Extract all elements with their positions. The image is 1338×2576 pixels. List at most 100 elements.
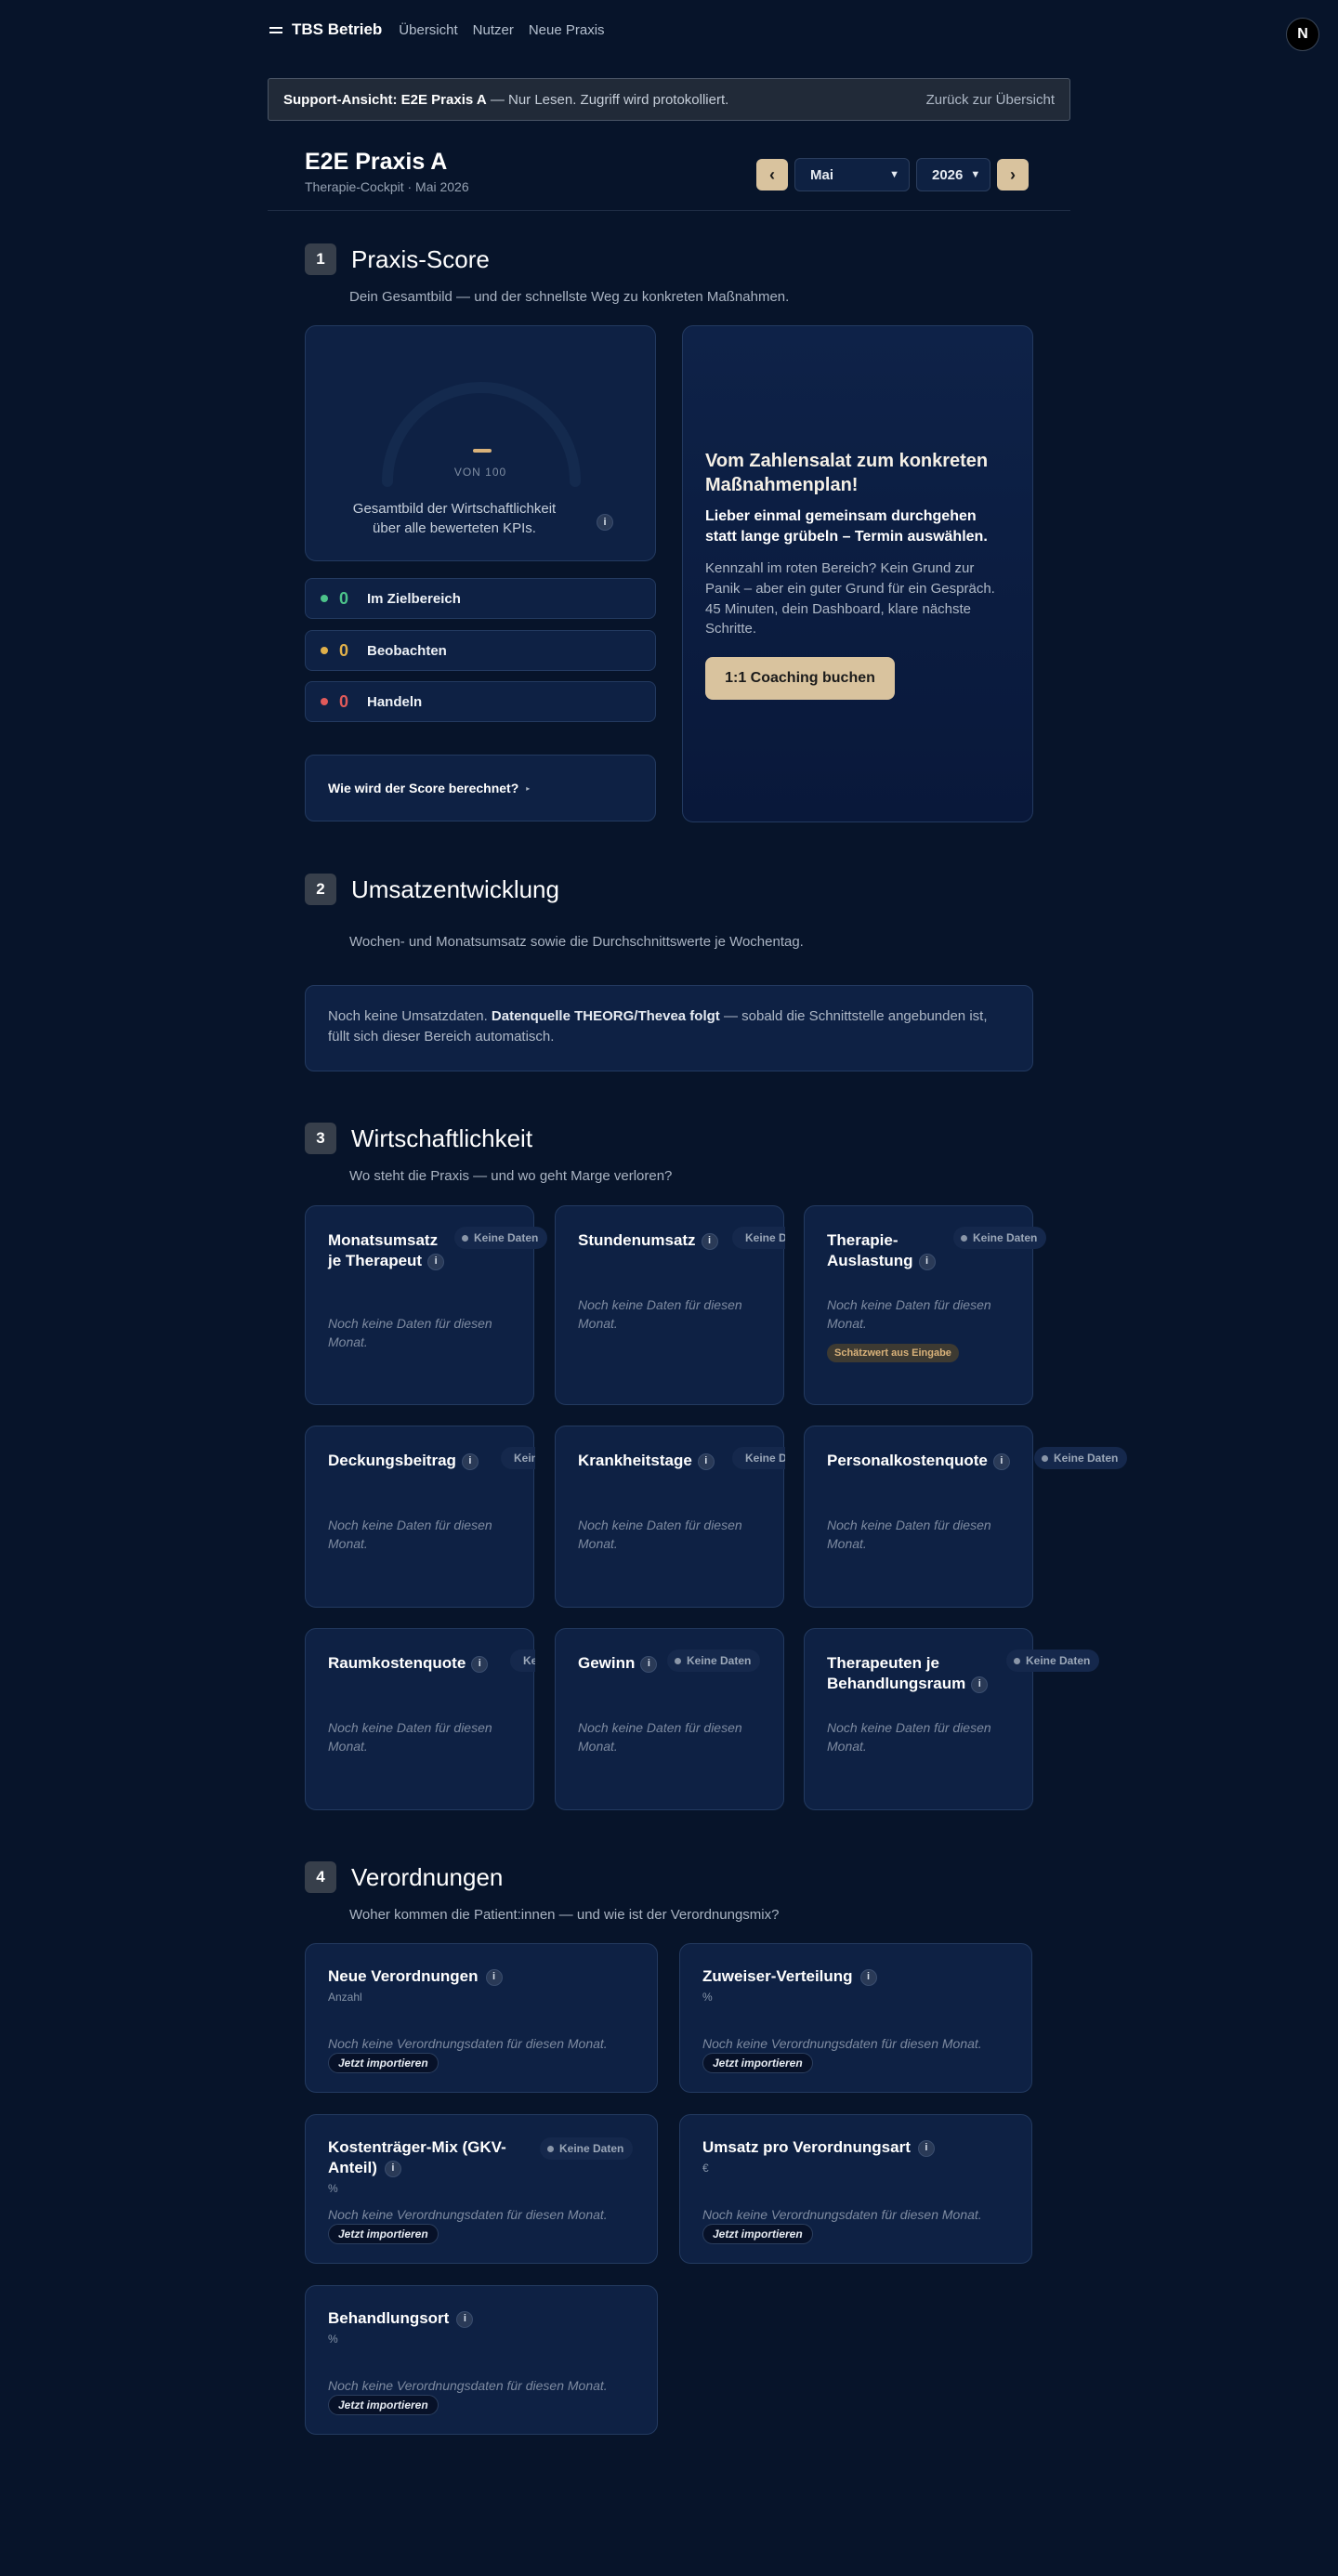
kpi-empty-text: Noch keine Daten für diesen Monat. [578,1297,742,1332]
vo-title-text: Kostenträger-Mix (GKV-Anteil) [328,2138,506,2177]
vo-title: Kostenträger-Mix (GKV-Anteil) i [328,2137,523,2178]
vo-unit: € [702,2162,709,2175]
vo-title-text: Umsatz pro Verordnungsart [702,2138,911,2156]
no-data-badge: Keine D [732,1447,785,1469]
info-icon[interactable]: i [917,2139,935,2157]
kpi-card-personalkostenquote[interactable]: Personalkostenquote i Keine Daten Noch ke… [804,1426,1128,1608]
kpi-title: Stundenumsatz i [578,1230,718,1251]
no-data-badge: Keine D [732,1227,785,1249]
next-month-button[interactable]: › [997,159,1029,191]
vo-card-zuweiser-verteilung[interactable]: Zuweiser-Verteilung i % Noch keine Verord… [679,1943,1032,2093]
chevron-down-icon: ▼ [970,169,981,180]
umsatz-empty-note: Noch keine Umsatzdaten. Datenquelle THEO… [305,985,1033,1071]
kpi-card-monatsumsatz[interactable]: Monatsumsatz je Therapeut i Keine Daten N… [305,1205,548,1405]
month-select-value: Mai [810,166,834,183]
info-icon[interactable]: i [971,1676,989,1693]
import-button[interactable]: Jetzt importieren [328,2224,439,2244]
kpi-empty-text: Noch keine Daten für diesen Monat. [578,1518,742,1552]
info-icon[interactable]: i [456,2310,474,2328]
status-row-im-zielbereich: 0 Im Zielbereich [305,578,656,619]
info-icon[interactable]: i [597,514,613,531]
no-data-badge: Keine Daten [1034,1447,1128,1469]
import-button[interactable]: Jetzt importieren [702,2224,813,2244]
badge-label: Keine Daten [687,1654,752,1667]
coaching-text: Kennzahl im roten Bereich? Kein Grund zu… [705,560,995,637]
kpi-card-gewinn[interactable]: Gewinn i Keine Daten Noch keine Daten für… [555,1628,784,1810]
info-icon[interactable]: i [918,1253,936,1270]
no-data-badge: Keine Daten [454,1227,548,1249]
umsatz-note-prefix: Noch keine Umsatzdaten. [328,1008,492,1024]
book-coaching-button[interactable]: 1:1 Coaching buchen [705,657,895,700]
section-title: Wirtschaftlichkeit [351,1124,533,1152]
score-calculation-toggle[interactable]: Wie wird der Score berechnet? ▸ [305,755,656,821]
kpi-empty-text: Noch keine Daten für diesen Monat. [328,1518,492,1552]
support-banner-note: — Nur Lesen. Zugriff wird protokolliert. [486,91,729,108]
info-icon[interactable]: i [471,1655,489,1673]
brand-label: TBS Betrieb [292,20,383,38]
badge-dot [547,2145,554,2152]
month-select[interactable]: Mai ▼ [794,158,910,191]
vo-unit: % [328,2333,338,2346]
vo-card-umsatz-pro-verordnungsart[interactable]: Umsatz pro Verordnungsart i € Noch keine … [679,2114,1032,2264]
brand[interactable]: TBS Betrieb [269,20,382,39]
info-icon[interactable]: i [701,1232,718,1250]
kpi-card-raumkostenquote[interactable]: Raumkostenquote i Keine Noch keine Daten … [305,1628,535,1810]
vo-card-kostentraeger-mix[interactable]: Kostenträger-Mix (GKV-Anteil) i Keine Dat… [305,2114,658,2264]
info-icon[interactable]: i [859,1968,877,1986]
kpi-card-therapeuten-je-raum[interactable]: Therapeuten je Behandlungsraum i Keine Da… [804,1628,1100,1810]
info-icon[interactable]: i [461,1452,479,1470]
vo-title: Behandlungsort i [328,2308,474,2329]
kpi-title-text: Personalkostenquote [827,1452,988,1469]
vo-card-neue-verordnungen[interactable]: Neue Verordnungen i Anzahl Noch keine Ver… [305,1943,658,2093]
info-icon[interactable]: i [992,1452,1010,1470]
page-title: E2E Praxis A [305,149,448,175]
vo-title: Zuweiser-Verteilung i [702,1966,877,1987]
score-gauge-description: Gesamtbild der Wirtschaftlichkeit über a… [352,501,557,536]
back-to-overview-link[interactable]: Zurück zur Übersicht [926,92,1055,108]
page-subtitle: Therapie-Cockpit · Mai 2026 [305,179,469,194]
chevron-down-icon: ▼ [889,169,899,180]
score-value-placeholder [473,449,492,453]
vo-unit: Anzahl [328,1991,362,2004]
badge-dot [961,1234,967,1242]
import-button[interactable]: Jetzt importieren [702,2053,813,2073]
nav-link-neue-praxis[interactable]: Neue Praxis [529,22,605,38]
section-number: 4 [305,1861,336,1893]
year-select[interactable]: 2026 ▼ [916,158,990,191]
section-description: Wo steht die Praxis — und wo geht Marge … [349,1168,673,1184]
kpi-title: Raumkostenquote i [328,1653,489,1674]
nav-link-nutzer[interactable]: Nutzer [473,22,514,38]
info-icon[interactable]: i [640,1655,658,1673]
estimate-badge: Schätzwert aus Eingabe [827,1344,959,1362]
kpi-title-text: Krankheitstage [578,1452,692,1469]
prev-month-button[interactable]: ‹ [756,159,788,191]
kpi-card-stundenumsatz[interactable]: Stundenumsatz i Keine D Noch keine Daten … [555,1205,785,1405]
no-data-badge: Keine [510,1649,535,1672]
badge-label: Keine Daten [1026,1654,1091,1667]
badge-label: Keine Daten [474,1231,539,1244]
info-icon[interactable]: i [697,1452,715,1470]
avatar[interactable]: N [1286,18,1319,51]
vo-empty-text: Noch keine Verordnungsdaten für diesen M… [702,2036,982,2051]
no-data-badge: Keine D [501,1447,535,1469]
import-button[interactable]: Jetzt importieren [328,2053,439,2073]
info-icon[interactable]: i [427,1253,445,1270]
info-icon[interactable]: i [384,2160,401,2177]
info-icon[interactable]: i [485,1968,503,1986]
section-description: Wochen- und Monatsumsatz sowie die Durch… [349,934,804,950]
nav-link-uebersicht[interactable]: Übersicht [399,22,457,38]
import-button[interactable]: Jetzt importieren [328,2395,439,2415]
vo-card-behandlungsort[interactable]: Behandlungsort i % Noch keine Verordnungs… [305,2285,658,2435]
kpi-card-deckungsbeitrag[interactable]: Deckungsbeitrag i Keine D Noch keine Date… [305,1426,535,1608]
caret-right-icon: ▸ [526,783,531,793]
vo-empty-text: Noch keine Verordnungsdaten für diesen M… [328,2036,608,2051]
kpi-card-therapie-auslastung[interactable]: Therapie-Auslastung i Keine Daten Noch ke… [804,1205,1047,1405]
kpi-title: Therapie-Auslastung i [827,1230,938,1271]
section-title: Praxis-Score [351,244,490,273]
section-number: 1 [305,243,336,275]
kpi-card-krankheitstage[interactable]: Krankheitstage i Keine D Noch keine Daten… [555,1426,785,1608]
badge-label: Keine [523,1654,535,1667]
section-title: Verordnungen [351,1862,504,1891]
status-dot-yellow [321,647,328,654]
status-row-beobachten: 0 Beobachten [305,630,656,671]
